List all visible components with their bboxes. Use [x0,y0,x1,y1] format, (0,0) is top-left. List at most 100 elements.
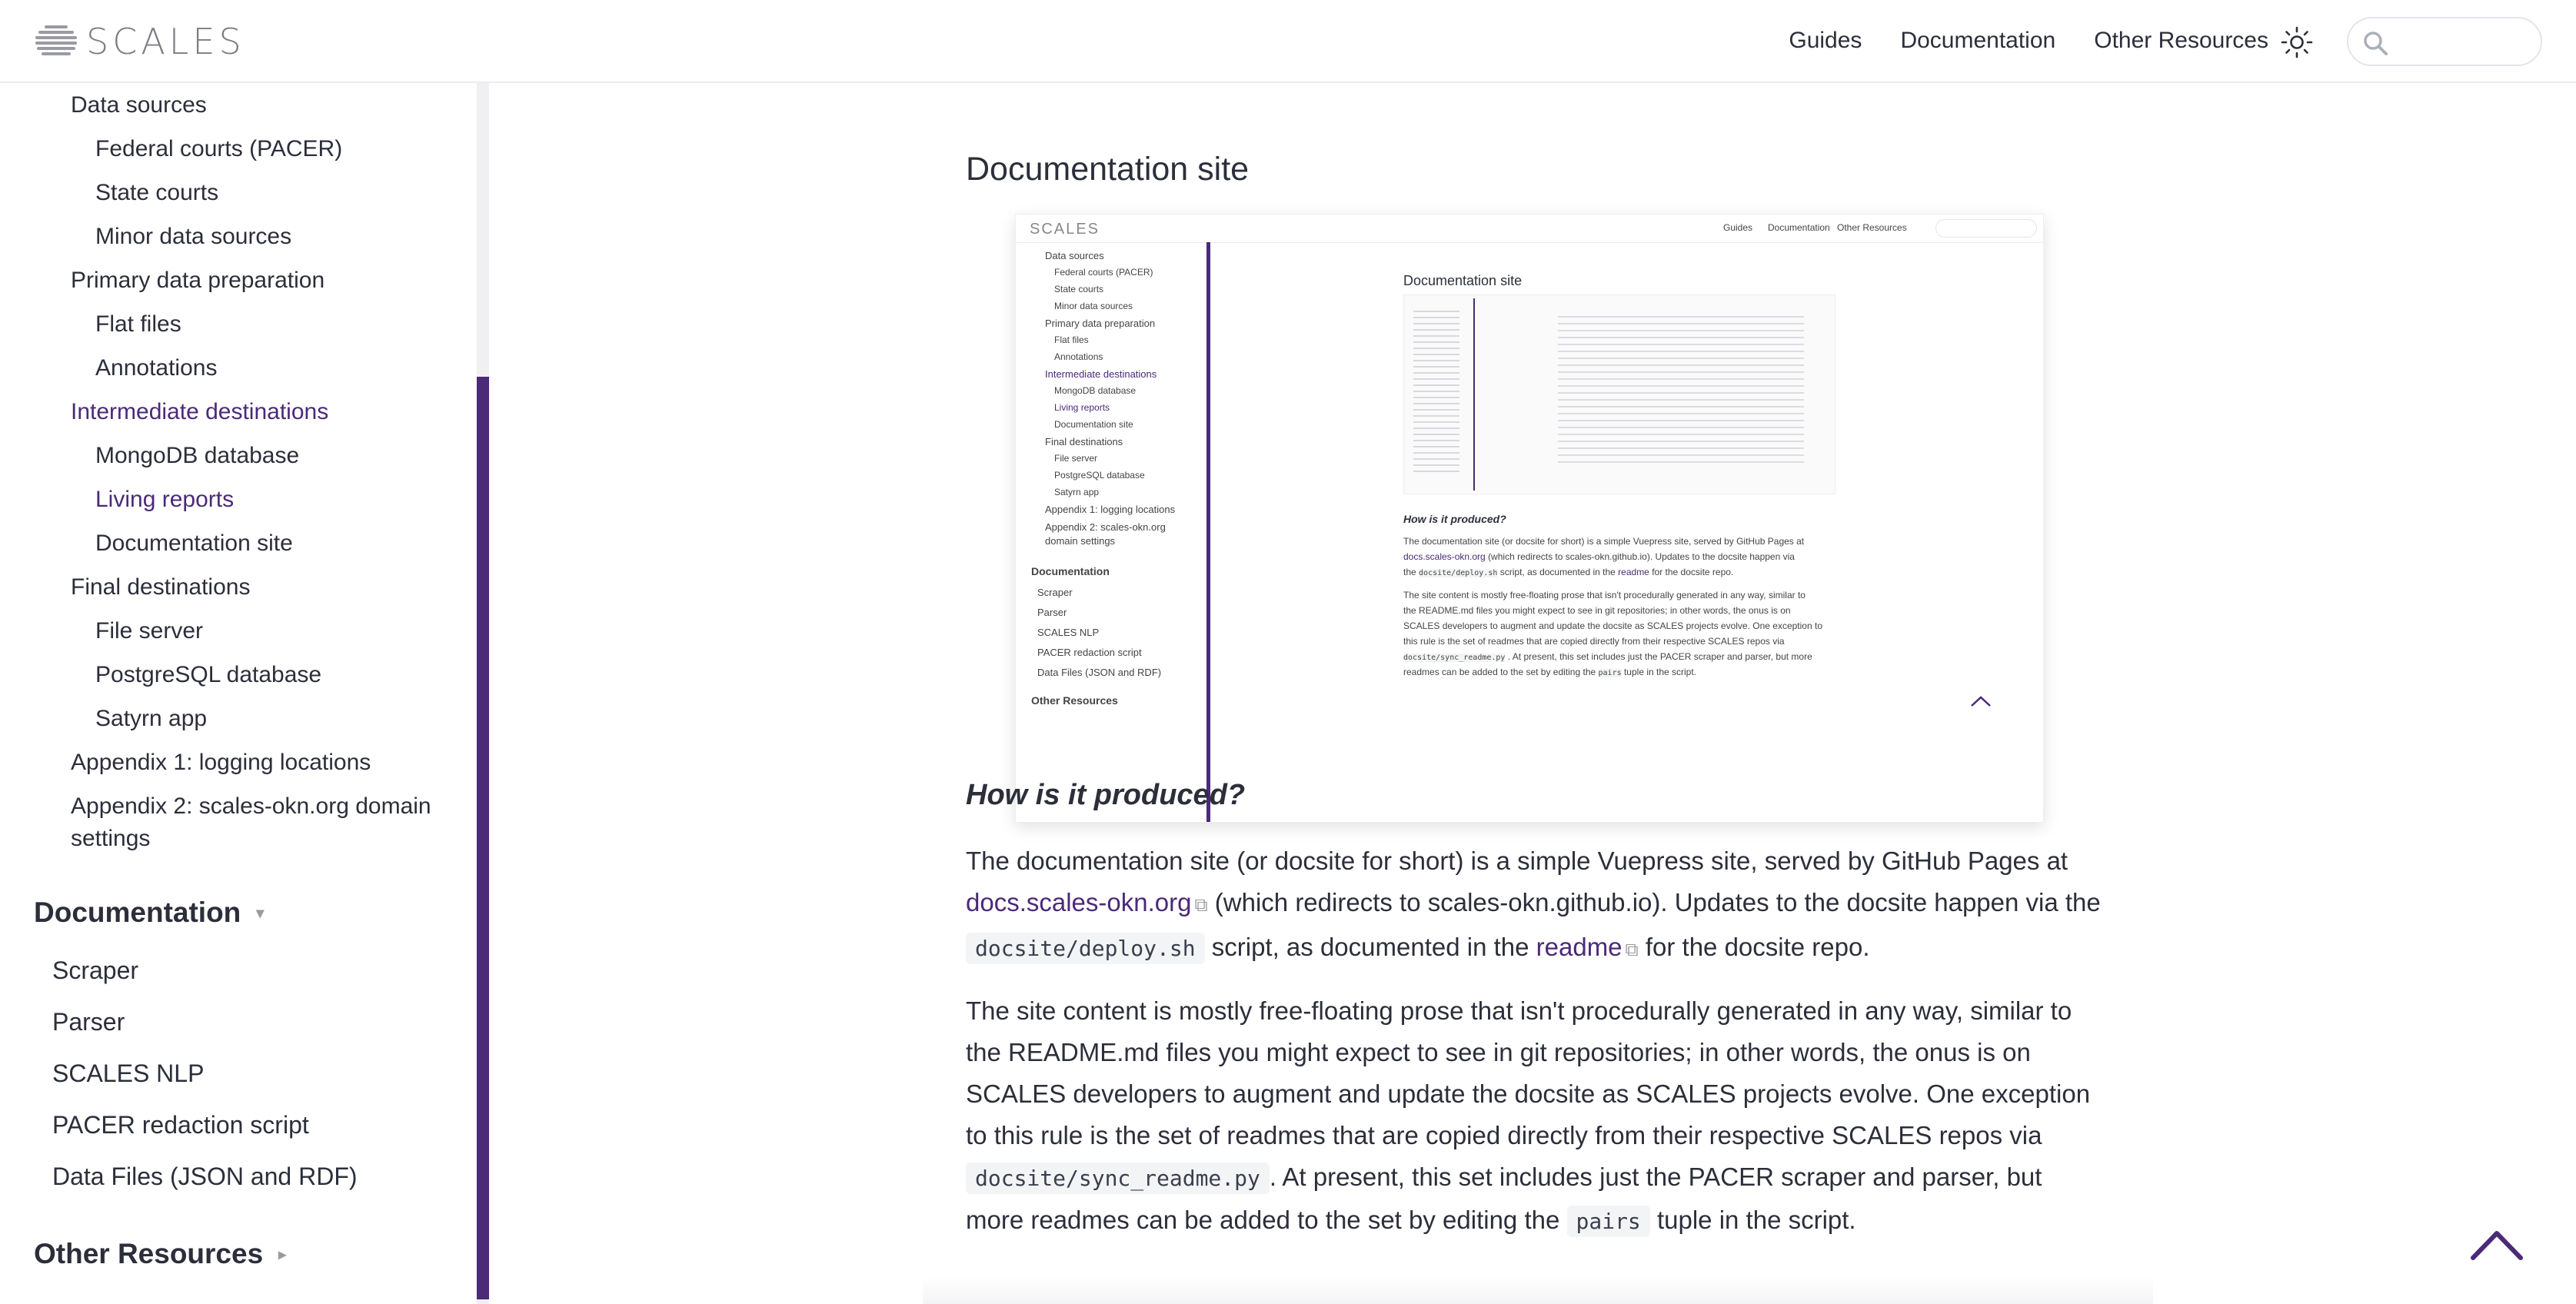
shot-text: (which redirects to scales-okn.github.io… [1488,551,1795,562]
shot-text-line: readmes can be added to the set by editi… [1403,667,1696,677]
sidebar-item-data-files[interactable]: Data Files (JSON and RDF) [52,1163,358,1191]
shot-scrollbar [1206,242,1210,822]
bottom-fade [923,1276,2153,1304]
shot-sidebar-item: File server [1054,453,1098,464]
shot-sidebar-item: Primary data preparation [1045,318,1156,329]
sidebar-item-appendix-1[interactable]: Appendix 1: logging locations [71,750,371,776]
shot-sidebar-item: Documentation site [1054,419,1133,430]
search-icon [2364,32,2388,55]
shot-sidebar-doc-item: Parser [1037,607,1067,618]
shot-sidebar-doc-item: PACER redaction script [1037,647,1142,658]
shot-sidebar-doc-item: Scraper [1037,587,1073,598]
shot-sidebar-doc-item: SCALES NLP [1037,627,1100,638]
shot-sidebar-group: Other Resources [1031,694,1118,707]
shot-nav-documentation: Documentation [1768,222,1830,233]
code-sync-readme: docsite/sync_readme.py [966,1163,1270,1194]
shot-sidebar-item: Living reports [1054,402,1110,413]
shot-sidebar-doc-item: Data Files (JSON and RDF) [1037,667,1162,678]
sidebar-item-mongodb-database[interactable]: MongoDB database [95,443,299,469]
shot-sidebar-item: Final destinations [1045,436,1123,447]
shot-sidebar-item: Annotations [1054,351,1103,362]
sidebar-item-final-destinations[interactable]: Final destinations [71,574,250,600]
shot-nested-sidebar [1413,306,1459,475]
sidebar-item-postgresql-database[interactable]: PostgreSQL database [95,662,321,688]
shot-link: docs.scales-okn.org [1403,551,1486,562]
sidebar-item-living-reports[interactable]: Living reports [95,487,234,513]
nav-documentation[interactable]: Documentation [1900,28,2055,54]
sidebar-item-annotations[interactable]: Annotations [95,355,217,381]
external-link-icon: ⧉ [1625,940,1639,960]
subsection-heading: How is it produced? [966,779,1246,811]
shot-sidebar-item: Federal courts (PACER) [1054,267,1153,278]
shot-nav-other: Other Resources [1837,222,1907,233]
shot-text-line: docsite/sync_readme.py . At present, thi… [1403,651,1812,662]
back-to-top-chevron-icon[interactable] [2470,1227,2524,1261]
paragraph-text: The site content is mostly free-floating… [966,996,2091,1149]
shot-sidebar-item: Minor data sources [1054,301,1133,311]
shot-text: . At present, this set includes just the… [1507,651,1812,662]
caret-down-icon: ▾ [256,904,265,922]
readme-link[interactable]: readme ⧉ [1536,933,1639,961]
paragraph-1: The documentation site (or docsite for s… [966,840,2104,971]
sidebar-item-scraper[interactable]: Scraper [52,956,138,985]
nav-other-resources[interactable]: Other Resources [2094,28,2268,54]
brand-name: SCALES [86,21,245,62]
sidebar-scrollbar-thumb[interactable] [477,377,489,1299]
sidebar-item-flat-files[interactable]: Flat files [95,311,181,338]
sidebar-item-documentation-site[interactable]: Documentation site [95,531,293,557]
sidebar-item-file-server[interactable]: File server [95,618,203,644]
shot-text: this rule is the set of readmes that are… [1403,636,1785,647]
shot-nested-screenshot [1403,294,1835,494]
sidebar-item-minor-data-sources[interactable]: Minor data sources [95,224,291,250]
shot-sidebar-item: Appendix 2: scales-okn.org domain settin… [1045,521,1166,547]
search-box[interactable] [2347,17,2542,66]
sidebar-item-satyrn-app[interactable]: Satyrn app [95,706,207,732]
nav-guides[interactable]: Guides [1789,28,1862,54]
shot-nested-scrollbar [1473,298,1475,491]
sidebar-item-appendix-2[interactable]: Appendix 2: scales-okn.org domain settin… [71,790,471,855]
search-input[interactable] [2395,26,2528,58]
paragraph-text: script, as documented in the [1204,933,1536,961]
code-pairs: pairs [1566,1206,1650,1237]
shot-navbar-divider [1016,242,2043,243]
shot-nested-body [1558,311,1804,464]
shot-subheading: How is it produced? [1403,513,1506,525]
sun-icon[interactable] [2281,26,2313,58]
page-heading: Documentation site [966,151,1250,188]
sidebar-item-intermediate-destinations[interactable]: Intermediate destinations [71,399,328,425]
paragraph-text: tuple in the script. [1649,1206,1856,1234]
shot-chevron-up-icon [1971,696,1991,707]
sidebar-item-scales-nlp[interactable]: SCALES NLP [52,1060,204,1088]
shot-text: the README.md files you might expect to … [1403,605,1791,616]
shot-brand: SCALES [1030,221,1100,238]
shot-sidebar-item: MongoDB database [1054,385,1137,396]
sidebar-group-title: Documentation [34,896,241,928]
code-deploy-sh: docsite/deploy.sh [966,933,1205,964]
shot-text-line: docs.scales-okn.org (which redirects to … [1403,551,1795,562]
shot-text: tuple in the script. [1623,667,1697,677]
paragraph-2: The site content is mostly free-floating… [966,990,2104,1242]
external-link-icon: ⧉ [1194,895,1208,916]
sidebar-item-primary-data-preparation[interactable]: Primary data preparation [71,268,324,294]
sidebar-item-data-sources[interactable]: Data sources [71,92,207,118]
shot-text: SCALES developers to augment and update … [1403,620,1822,631]
scales-logo-icon [35,25,77,55]
shot-text: The documentation site (or docsite for s… [1403,536,1805,547]
sidebar-item-state-courts[interactable]: State courts [95,180,218,206]
sidebar-item-federal-courts[interactable]: Federal courts (PACER) [95,136,342,162]
sidebar-item-parser[interactable]: Parser [52,1008,125,1036]
sidebar: Data sources Federal courts (PACER) Stat… [0,83,477,1304]
paragraph-text: for the docsite repo. [1638,933,1870,961]
sidebar-group-title: Other Resources [34,1238,264,1269]
sidebar-group-other-resources[interactable]: Other Resources ▸ [34,1238,286,1270]
docs-scales-link[interactable]: docs.scales-okn.org ⧉ [966,888,1208,916]
shot-sidebar-item: Satyrn app [1054,487,1100,497]
shot-text: readmes can be added to the set by editi… [1403,667,1596,677]
site-logo[interactable]: SCALES [34,20,245,63]
shot-sidebar-item: Flat files [1054,334,1089,345]
sidebar-group-documentation[interactable]: Documentation ▾ [34,896,264,929]
nav-links: Guides Documentation Other Resources [1750,0,2268,82]
shot-code: docsite/sync_readme.py [1403,654,1506,662]
sidebar-item-pacer-redaction-script[interactable]: PACER redaction script [52,1111,309,1139]
shot-sidebar-item: Appendix 1: logging locations [1045,504,1176,515]
